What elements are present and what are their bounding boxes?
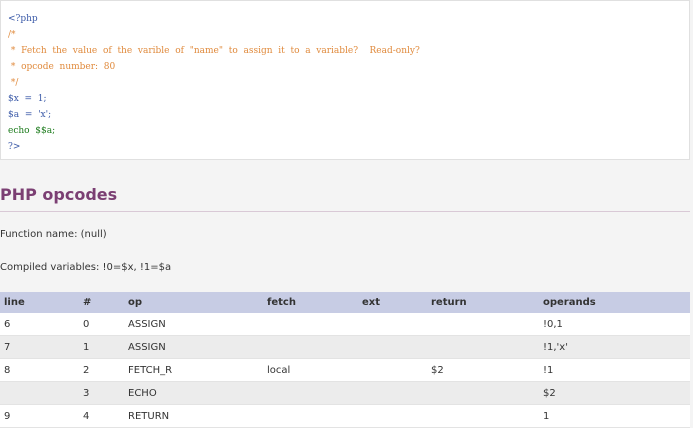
cell-ext <box>358 335 427 359</box>
header-operands: operands <box>539 292 690 313</box>
header-line: line <box>0 292 79 313</box>
cell-op: FETCH_R <box>124 358 263 382</box>
cell-op: RETURN <box>124 404 263 428</box>
compiled-variables: Compiled variables: !0=$x, !1=$a <box>0 262 172 273</box>
cell-number: 0 <box>79 313 124 336</box>
table-row: 9 4 RETURN 1 <box>0 404 690 428</box>
cell-return <box>427 313 539 336</box>
cell-fetch <box>263 381 358 405</box>
section-divider <box>0 211 690 212</box>
header-fetch: fetch <box>263 292 358 313</box>
cell-number: 3 <box>79 381 124 405</box>
cell-ext <box>358 404 427 428</box>
cell-fetch: local <box>263 358 358 382</box>
code-line-2: /* <box>8 30 16 40</box>
section-title: PHP opcodes <box>0 185 118 204</box>
table-row: 6 0 ASSIGN !0,1 <box>0 313 690 336</box>
header-return: return <box>427 292 539 313</box>
cell-operands: !1 <box>539 358 690 382</box>
cell-line: 9 <box>0 404 79 428</box>
table-row: 3 ECHO $2 <box>0 381 690 405</box>
cell-ext <box>358 313 427 336</box>
cell-return <box>427 335 539 359</box>
cell-return <box>427 381 539 405</box>
cell-line: 8 <box>0 358 79 382</box>
cell-operands: $2 <box>539 381 690 405</box>
cell-line: 7 <box>0 335 79 359</box>
cell-ext <box>358 358 427 382</box>
cell-return: $2 <box>427 358 539 382</box>
header-ext: ext <box>358 292 427 313</box>
cell-op: ASSIGN <box>124 335 263 359</box>
cell-operands: 1 <box>539 404 690 428</box>
code-line-4: * opcode number: 80 <box>8 62 116 72</box>
cell-ext <box>358 381 427 405</box>
cell-fetch <box>263 404 358 428</box>
opcodes-table: line # op fetch ext return operands 6 0 … <box>0 292 690 428</box>
code-line-5: */ <box>8 78 19 88</box>
table-header-row: line # op fetch ext return operands <box>0 292 690 313</box>
code-line-7: $a = 'x'; <box>8 110 52 120</box>
cell-return <box>427 404 539 428</box>
code-line-8: echo $$a; <box>8 126 56 136</box>
cell-number: 4 <box>79 404 124 428</box>
cell-op: ASSIGN <box>124 313 263 336</box>
code-line-1: <?php <box>8 14 38 24</box>
cell-fetch <box>263 335 358 359</box>
cell-number: 1 <box>79 335 124 359</box>
cell-operands: !0,1 <box>539 313 690 336</box>
header-number: # <box>79 292 124 313</box>
table-row: 7 1 ASSIGN !1,'x' <box>0 335 690 359</box>
cell-fetch <box>263 313 358 336</box>
cell-op: ECHO <box>124 381 263 405</box>
cell-line <box>0 381 79 405</box>
code-line-3: * Fetch the value of the varible of "nam… <box>8 46 420 56</box>
table-row: 8 2 FETCH_R local $2 !1 <box>0 358 690 382</box>
cell-line: 6 <box>0 313 79 336</box>
header-op: op <box>124 292 263 313</box>
cell-number: 2 <box>79 358 124 382</box>
code-block: <?php /* * Fetch the value of the varibl… <box>0 0 690 160</box>
cell-operands: !1,'x' <box>539 335 690 359</box>
function-name: Function name: (null) <box>0 229 107 240</box>
code-line-9: ?> <box>8 142 21 152</box>
code-line-6: $x = 1; <box>8 94 47 104</box>
